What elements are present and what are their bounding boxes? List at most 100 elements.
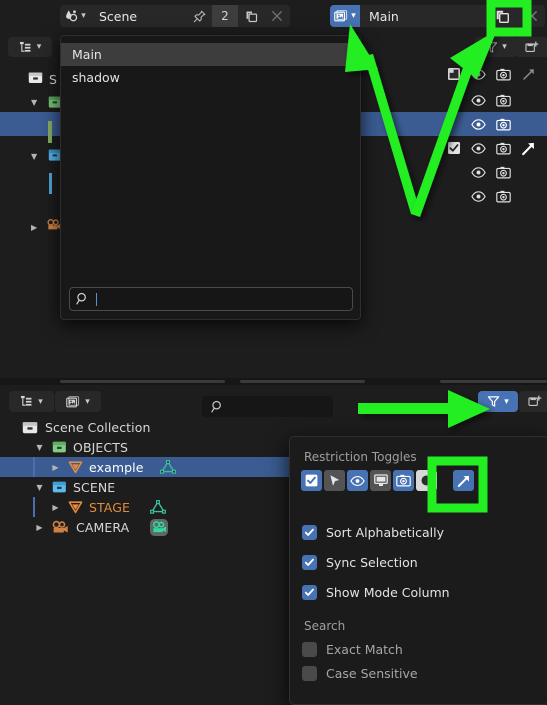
renderlayers-icon (334, 9, 349, 23)
scene-data-icon (64, 9, 79, 23)
tree-row-scene-collection[interactable]: Scene Collection (0, 417, 547, 437)
hide-viewport-eye-icon[interactable] (466, 160, 491, 184)
filter-button-bottom[interactable]: ▾ (478, 391, 518, 412)
toggle-hide-viewport[interactable] (347, 470, 368, 491)
label-exact-match: Exact Match (326, 642, 403, 657)
disable-render-camera-icon[interactable] (491, 112, 516, 136)
outliner-search-input[interactable] (202, 396, 333, 417)
search-icon (211, 400, 225, 414)
disclosure-triangle-collapsed[interactable]: ▶ (49, 503, 62, 512)
toggle-holdout[interactable] (416, 470, 437, 491)
dropdown-search-input[interactable] (68, 287, 353, 311)
view-layer-name-field[interactable]: Main (360, 5, 485, 27)
exact-match-row[interactable]: Exact Match (302, 642, 403, 657)
dropdown-search-row (61, 279, 360, 319)
sort-alphabetically-row[interactable]: Sort Alphabetically (302, 525, 444, 540)
label-sync-selection: Sync Selection (326, 555, 418, 570)
camera-data-icon[interactable] (149, 518, 169, 537)
checkbox-exact-match[interactable] (302, 642, 317, 657)
disclosure-triangle-expanded[interactable]: ▼ (33, 483, 46, 492)
checkbox-sort-alphabetically[interactable] (302, 525, 317, 540)
scene-unlink-button[interactable] (264, 5, 290, 27)
tree-label: Scene Collection (45, 419, 151, 435)
toggle-exclude-checkbox[interactable] (301, 470, 322, 491)
new-collection-button-top[interactable] (515, 37, 547, 57)
disclosure-triangle-expanded[interactable]: ▼ (33, 443, 46, 452)
tree-label-scene-collection-clipped: S (49, 72, 57, 87)
scene-pin-button[interactable] (186, 5, 212, 27)
hide-viewport-eye-icon[interactable] (466, 136, 491, 160)
exclude-checkbox-checked[interactable] (441, 136, 466, 160)
new-collection-button-bottom[interactable] (519, 391, 547, 412)
restriction-columns (441, 112, 541, 136)
tree-row-indent-line (49, 173, 52, 194)
restriction-toggles-title: Restriction Toggles (304, 450, 417, 464)
disclosure-triangle-expanded[interactable]: ▼ (31, 98, 37, 107)
case-sensitive-row[interactable]: Case Sensitive (302, 666, 418, 681)
toggle-disable-render[interactable] (393, 470, 414, 491)
display-mode-button-bottom[interactable]: ▾ (9, 391, 54, 412)
view-layer-browse-button[interactable]: ▾ (330, 5, 360, 27)
view-layer-id-block: ▾ Main (330, 5, 545, 27)
disclosure-triangle-collapsed[interactable]: ▶ (33, 523, 46, 532)
renderlayers-icon (66, 395, 81, 409)
toggle-selectable[interactable] (324, 470, 345, 491)
toggle-indirect-only[interactable] (453, 470, 474, 491)
view-layer-new-copy-button[interactable] (485, 5, 519, 27)
label-show-mode-column: Show Mode Column (326, 585, 450, 600)
editor-splitter[interactable] (0, 378, 547, 385)
restriction-columns (441, 136, 541, 160)
hide-viewport-eye-icon[interactable] (466, 112, 491, 136)
funnel-icon (485, 41, 498, 54)
exclude-checkbox[interactable] (441, 62, 466, 86)
checkbox-show-mode-column[interactable] (302, 585, 317, 600)
view-layer-unlink-button[interactable] (519, 5, 545, 27)
indirect-only-arrow-icon[interactable] (516, 62, 541, 86)
spacer-cell (516, 160, 541, 184)
mesh-data-icon[interactable] (150, 499, 166, 515)
sync-selection-row[interactable]: Sync Selection (302, 555, 418, 570)
checkbox-case-sensitive[interactable] (302, 666, 317, 681)
scene-users-count[interactable]: 2 (212, 5, 238, 27)
tree-icon-scene-collection (28, 70, 43, 84)
filter-popup: Restriction Toggles Sort Alphabetically … (289, 436, 547, 705)
scene-browse-button[interactable]: ▾ (60, 5, 90, 27)
disclosure-triangle-collapsed[interactable]: ▶ (49, 463, 62, 472)
restriction-toggles-row (301, 470, 474, 491)
scene-new-copy-button[interactable] (238, 5, 264, 27)
mesh-data-icon[interactable] (159, 459, 176, 475)
hide-viewport-eye-icon[interactable] (466, 62, 491, 86)
hide-viewport-eye-icon[interactable] (466, 88, 491, 112)
checkbox-sync-selection[interactable] (302, 555, 317, 570)
indirect-only-arrow-icon[interactable] (516, 136, 541, 160)
toggle-disable-viewport[interactable] (370, 470, 391, 491)
restriction-columns (441, 88, 541, 112)
dropdown-item-main[interactable]: Main (61, 43, 360, 66)
disable-render-camera-icon[interactable] (491, 62, 516, 86)
view-layer-selector-bottom[interactable]: ▾ (55, 391, 101, 412)
filter-button-top[interactable]: ▾ (475, 37, 517, 57)
label-sort-alphabetically: Sort Alphabetically (326, 525, 445, 540)
scene-name-field[interactable]: Scene (90, 5, 186, 27)
tree-indent-line (33, 497, 35, 517)
tree-indent-line (33, 457, 35, 477)
chevron-down-icon: ▾ (502, 42, 507, 52)
spacer-cell (516, 112, 541, 136)
text-cursor (95, 292, 97, 306)
spacer-cell (516, 184, 541, 208)
disable-render-camera-icon[interactable] (491, 184, 516, 208)
chevron-down-icon: ▾ (351, 11, 356, 21)
disable-render-camera-icon[interactable] (491, 88, 516, 112)
hide-viewport-eye-icon[interactable] (466, 184, 491, 208)
dropdown-item-shadow[interactable]: shadow (61, 66, 360, 89)
tree-label: SCENE (73, 479, 116, 495)
display-mode-button[interactable]: ▾ (8, 37, 52, 57)
show-mode-column-row[interactable]: Show Mode Column (302, 585, 450, 600)
new-collection-icon (528, 395, 542, 408)
disable-render-camera-icon[interactable] (491, 160, 516, 184)
disclosure-triangle-expanded[interactable]: ▼ (31, 152, 37, 161)
disclosure-triangle-collapsed[interactable]: ▶ (31, 223, 37, 232)
restriction-columns (441, 62, 541, 86)
chevron-down-icon: ▾ (36, 42, 42, 52)
disable-render-camera-icon[interactable] (491, 136, 516, 160)
